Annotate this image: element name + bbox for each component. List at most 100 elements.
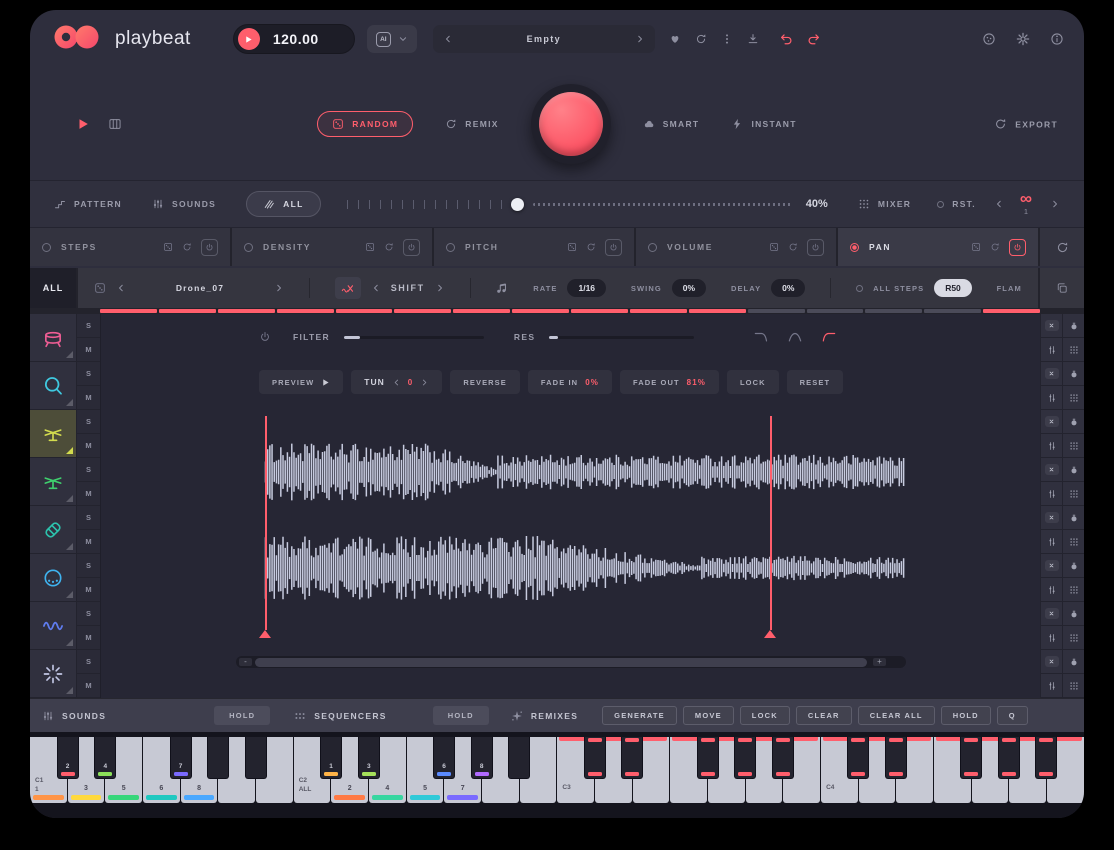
reverse-button[interactable]: REVERSE [450, 370, 520, 394]
clear-sample-button-track-5[interactable] [1041, 506, 1062, 530]
clear-sample-button-track-7[interactable] [1041, 602, 1062, 626]
remix-button[interactable]: REMIX [445, 118, 498, 130]
cookie-settings-icon[interactable] [982, 32, 996, 46]
solo-button-track-5[interactable]: S [77, 506, 100, 530]
loop-length-control[interactable]: ∞ 1 [1020, 193, 1032, 216]
filter-bandpass-icon[interactable] [784, 330, 806, 344]
mute-button-track-6[interactable]: M [77, 578, 100, 602]
mute-button-track-3[interactable]: M [77, 434, 100, 458]
pattern-grid-button-track-7[interactable] [1063, 626, 1084, 650]
sample-end-handle[interactable] [764, 630, 776, 638]
sample-settings-button-track-7[interactable] [1041, 626, 1062, 650]
clear-sample-button-track-4[interactable] [1041, 458, 1062, 482]
clear-sample-button-track-8[interactable] [1041, 650, 1062, 674]
duplicate-button[interactable] [1040, 268, 1084, 308]
power-icon[interactable] [605, 239, 622, 256]
rate-value[interactable]: 1/16 [567, 279, 606, 297]
black-key-8[interactable]: 8 [471, 737, 493, 779]
track-corner-handle[interactable] [66, 447, 73, 454]
undo-icon[interactable] [779, 32, 793, 46]
clear-button[interactable]: CLEAR [796, 706, 852, 725]
scrollbar-thumb[interactable] [255, 658, 867, 667]
black-key-14[interactable] [772, 737, 794, 779]
delay-value[interactable]: 0% [771, 279, 805, 297]
track-fx-burst[interactable] [30, 650, 76, 698]
sample-prev-icon[interactable] [116, 283, 126, 293]
solo-button-track-8[interactable]: S [77, 650, 100, 674]
power-icon[interactable] [403, 239, 420, 256]
black-key-7[interactable]: 6 [433, 737, 455, 779]
choke-button-track-8[interactable] [1063, 650, 1084, 674]
choke-button-track-1[interactable] [1063, 314, 1084, 338]
pattern-grid-button-track-4[interactable] [1063, 482, 1084, 506]
slider-handle[interactable] [511, 198, 524, 211]
filter-slider[interactable] [344, 336, 484, 339]
filter-lowpass-icon[interactable] [750, 330, 772, 344]
quantize-button[interactable]: Q [997, 706, 1028, 725]
reset-toggle[interactable]: RST. [937, 199, 976, 209]
loop-icon[interactable] [788, 242, 798, 252]
track-kick[interactable] [30, 314, 76, 362]
solo-button-track-6[interactable]: S [77, 554, 100, 578]
ai-menu-button[interactable]: AI [367, 25, 417, 53]
filter-highpass-icon[interactable] [818, 330, 840, 344]
pattern-grid-button-track-1[interactable] [1063, 338, 1084, 362]
dice-icon[interactable] [769, 242, 779, 252]
track-corner-handle[interactable] [66, 591, 73, 598]
track-snare[interactable] [30, 362, 76, 410]
tab-radio[interactable] [244, 243, 253, 252]
pattern-grid-button-track-8[interactable] [1063, 674, 1084, 698]
sample-settings-button-track-4[interactable] [1041, 482, 1062, 506]
tab-radio[interactable] [446, 243, 455, 252]
black-key-10[interactable] [584, 737, 606, 779]
choke-button-track-5[interactable] [1063, 506, 1084, 530]
tab-radio[interactable] [648, 243, 657, 252]
fade-out-control[interactable]: FADE OUT 81% [620, 370, 719, 394]
zoom-out-button[interactable]: - [239, 658, 252, 666]
lock-remixes-button[interactable]: LOCK [740, 706, 790, 725]
param-tab-pan[interactable]: PAN [838, 228, 1038, 266]
mute-button-track-2[interactable]: M [77, 386, 100, 410]
sample-settings-button-track-5[interactable] [1041, 530, 1062, 554]
shift-left-icon[interactable] [371, 283, 381, 293]
track-tambourine[interactable] [30, 554, 76, 602]
tune-control[interactable]: TUN 0 [351, 370, 442, 394]
black-key-11[interactable] [621, 737, 643, 779]
track-corner-handle[interactable] [66, 495, 73, 502]
sample-range-indicator[interactable] [100, 309, 1040, 313]
res-slider[interactable] [549, 336, 694, 339]
loop-prev-icon[interactable] [994, 199, 1004, 209]
param-tab-volume[interactable]: VOLUME [636, 228, 836, 266]
preset-prev-icon[interactable] [443, 34, 453, 44]
black-key-3[interactable] [207, 737, 229, 779]
black-key-15[interactable] [847, 737, 869, 779]
black-key-5[interactable]: 1 [320, 737, 342, 779]
sample-next-icon[interactable] [274, 283, 284, 293]
hold-sequencers-button[interactable]: HOLD [433, 706, 489, 725]
track-synth-wave[interactable] [30, 602, 76, 650]
track-shaker[interactable] [30, 506, 76, 554]
black-key-17[interactable] [960, 737, 982, 779]
track-corner-handle[interactable] [66, 639, 73, 646]
black-key-16[interactable] [885, 737, 907, 779]
fade-in-control[interactable]: FADE IN 0% [528, 370, 612, 394]
power-icon[interactable] [807, 239, 824, 256]
power-icon[interactable] [1009, 239, 1026, 256]
black-key-6[interactable]: 3 [358, 737, 380, 779]
preset-cycle-icon[interactable] [695, 33, 707, 45]
info-icon[interactable] [1050, 32, 1064, 46]
loop-icon[interactable] [182, 242, 192, 252]
sample-settings-button-track-8[interactable] [1041, 674, 1062, 698]
loop-icon[interactable] [384, 242, 394, 252]
waveform-scrollbar[interactable]: - + [236, 656, 906, 668]
track-hihat-closed[interactable] [30, 410, 76, 458]
preset-name[interactable]: Empty [453, 34, 635, 44]
pattern-grid-button-track-3[interactable] [1063, 434, 1084, 458]
mute-button-track-4[interactable]: M [77, 482, 100, 506]
favorite-icon[interactable] [669, 33, 681, 45]
filter-power-icon[interactable] [259, 331, 271, 343]
sample-random-icon[interactable] [94, 282, 106, 294]
generate-button[interactable]: GENERATE [602, 706, 677, 725]
mixer-button[interactable]: MIXER [858, 198, 911, 210]
pattern-grid-button-track-6[interactable] [1063, 578, 1084, 602]
